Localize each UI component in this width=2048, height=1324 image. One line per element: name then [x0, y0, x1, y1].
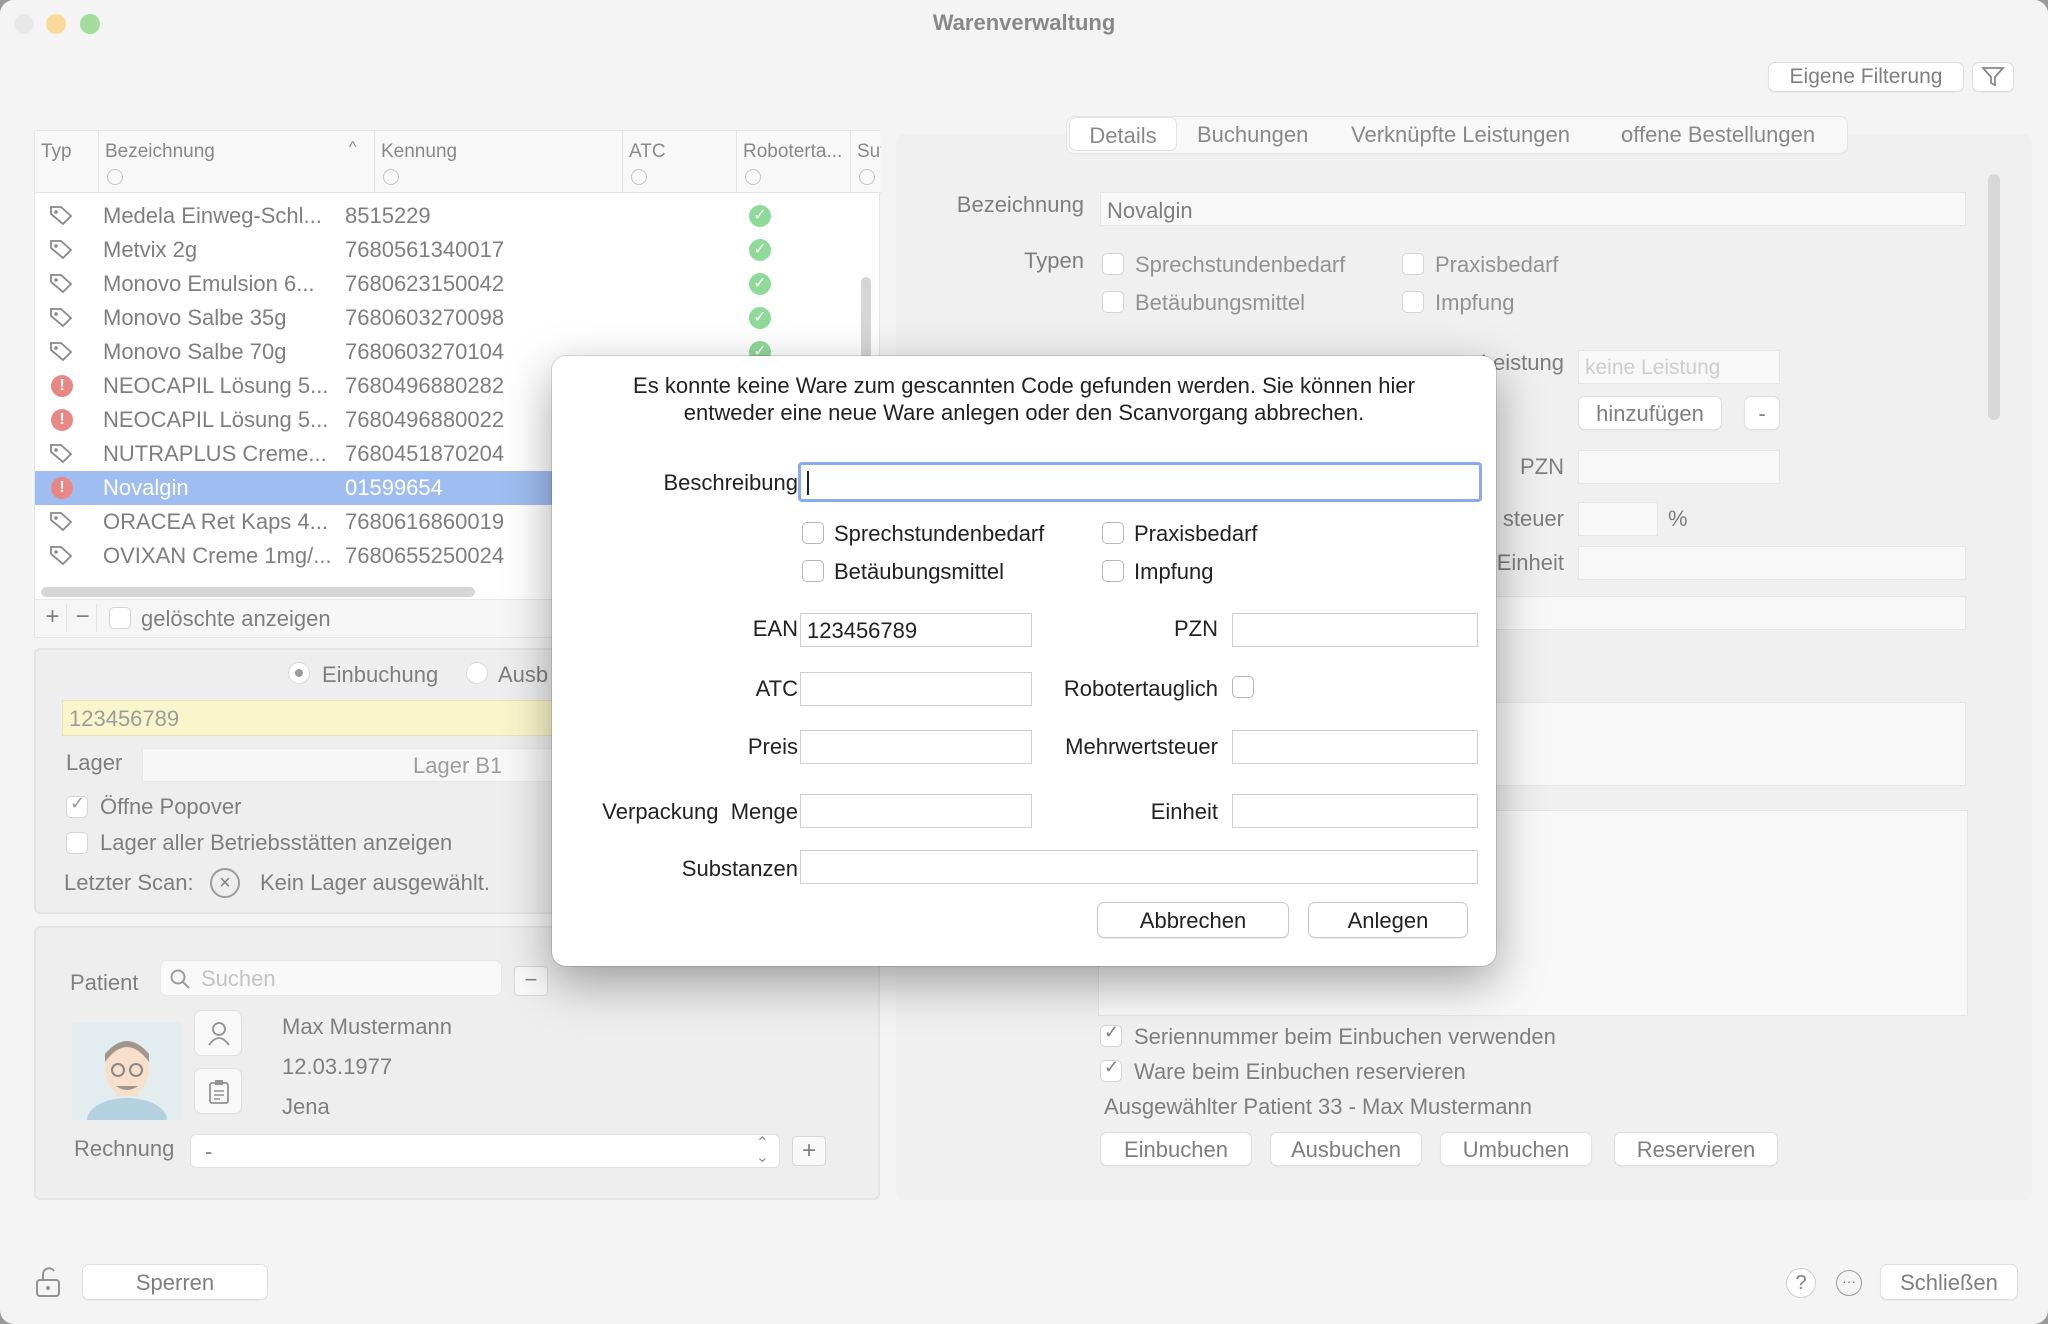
ean-label: EAN — [752, 616, 798, 641]
verpackung-menge-label: Verpackung Menge — [602, 799, 798, 824]
dialog-einheit-label: Einheit — [1150, 799, 1218, 824]
robot-checkbox[interactable] — [1232, 676, 1254, 698]
dialog-pzn-input[interactable] — [1232, 613, 1478, 647]
dialog-sprechstundenbedarf-checkbox[interactable] — [802, 522, 824, 544]
dialog-message: Es konnte keine Ware zum gescannten Code… — [552, 372, 1496, 426]
robot-label: Robotertauglich — [1063, 676, 1218, 701]
dialog-pzn-label: PZN — [1174, 616, 1218, 641]
abbrechen-button[interactable]: Abbrechen — [1097, 902, 1289, 938]
atc-input[interactable] — [800, 672, 1032, 706]
preis-input[interactable] — [800, 730, 1032, 764]
dialog-message-line-1: Es konnte keine Ware zum gescannten Code… — [633, 373, 1415, 398]
dialog-impfung-label: Impfung — [1134, 559, 1214, 584]
substanzen-label: Substanzen — [681, 856, 798, 881]
atc-label: ATC — [755, 676, 798, 701]
anlegen-button[interactable]: Anlegen — [1308, 902, 1468, 938]
dialog-betaeubungsmittel-label: Betäubungsmittel — [834, 559, 1004, 584]
beschreibung-label: Beschreibung — [663, 470, 798, 495]
dialog-message-line-2: entweder eine neue Ware anlegen oder den… — [683, 400, 1365, 425]
beschreibung-input[interactable] — [798, 462, 1482, 502]
dialog-praxisbedarf-label: Praxisbedarf — [1134, 521, 1258, 546]
substanzen-input[interactable] — [800, 850, 1478, 884]
dialog-betaeubungsmittel-checkbox[interactable] — [802, 560, 824, 582]
new-item-dialog: Es konnte keine Ware zum gescannten Code… — [552, 356, 1496, 966]
mwst-input[interactable] — [1232, 730, 1478, 764]
dialog-sprechstundenbedarf-label: Sprechstundenbedarf — [834, 521, 1045, 546]
preis-label: Preis — [747, 734, 798, 759]
app-window: Warenverwaltung Eigene Filterung Typ Bez… — [0, 0, 2048, 1324]
dialog-einheit-input[interactable] — [1232, 794, 1478, 828]
text-cursor — [807, 471, 809, 495]
dialog-praxisbedarf-checkbox[interactable] — [1102, 522, 1124, 544]
ean-input[interactable]: 123456789 — [800, 613, 1032, 647]
menge-input[interactable] — [800, 794, 1032, 828]
dialog-impfung-checkbox[interactable] — [1102, 560, 1124, 582]
mwst-label: Mehrwertsteuer — [1065, 734, 1218, 759]
